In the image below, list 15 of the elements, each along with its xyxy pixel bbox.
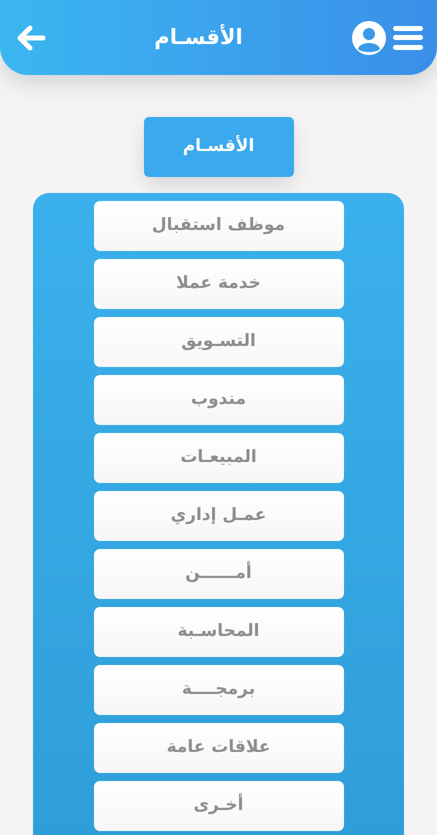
header-title: الأقسـام bbox=[154, 23, 243, 52]
category-item[interactable]: موظف استقبال bbox=[94, 201, 344, 251]
sections-button[interactable]: الأقسـام bbox=[144, 117, 294, 177]
category-item[interactable]: علاقات عامة bbox=[94, 723, 344, 773]
category-item[interactable]: المحاسـبة bbox=[94, 607, 344, 657]
category-item[interactable]: خدمة عملا bbox=[94, 259, 344, 309]
category-item[interactable]: عمـل إداري bbox=[94, 491, 344, 541]
category-item[interactable]: مندوب bbox=[94, 375, 344, 425]
category-item[interactable]: المبيعـات bbox=[94, 433, 344, 483]
category-item[interactable]: برمجــــة bbox=[94, 665, 344, 715]
category-item[interactable]: أخـرى bbox=[94, 781, 344, 831]
back-arrow-icon[interactable] bbox=[16, 24, 46, 50]
category-item[interactable]: أمــــــن bbox=[94, 549, 344, 599]
user-avatar-icon[interactable] bbox=[351, 20, 387, 56]
category-item[interactable]: التسـويق bbox=[94, 317, 344, 367]
